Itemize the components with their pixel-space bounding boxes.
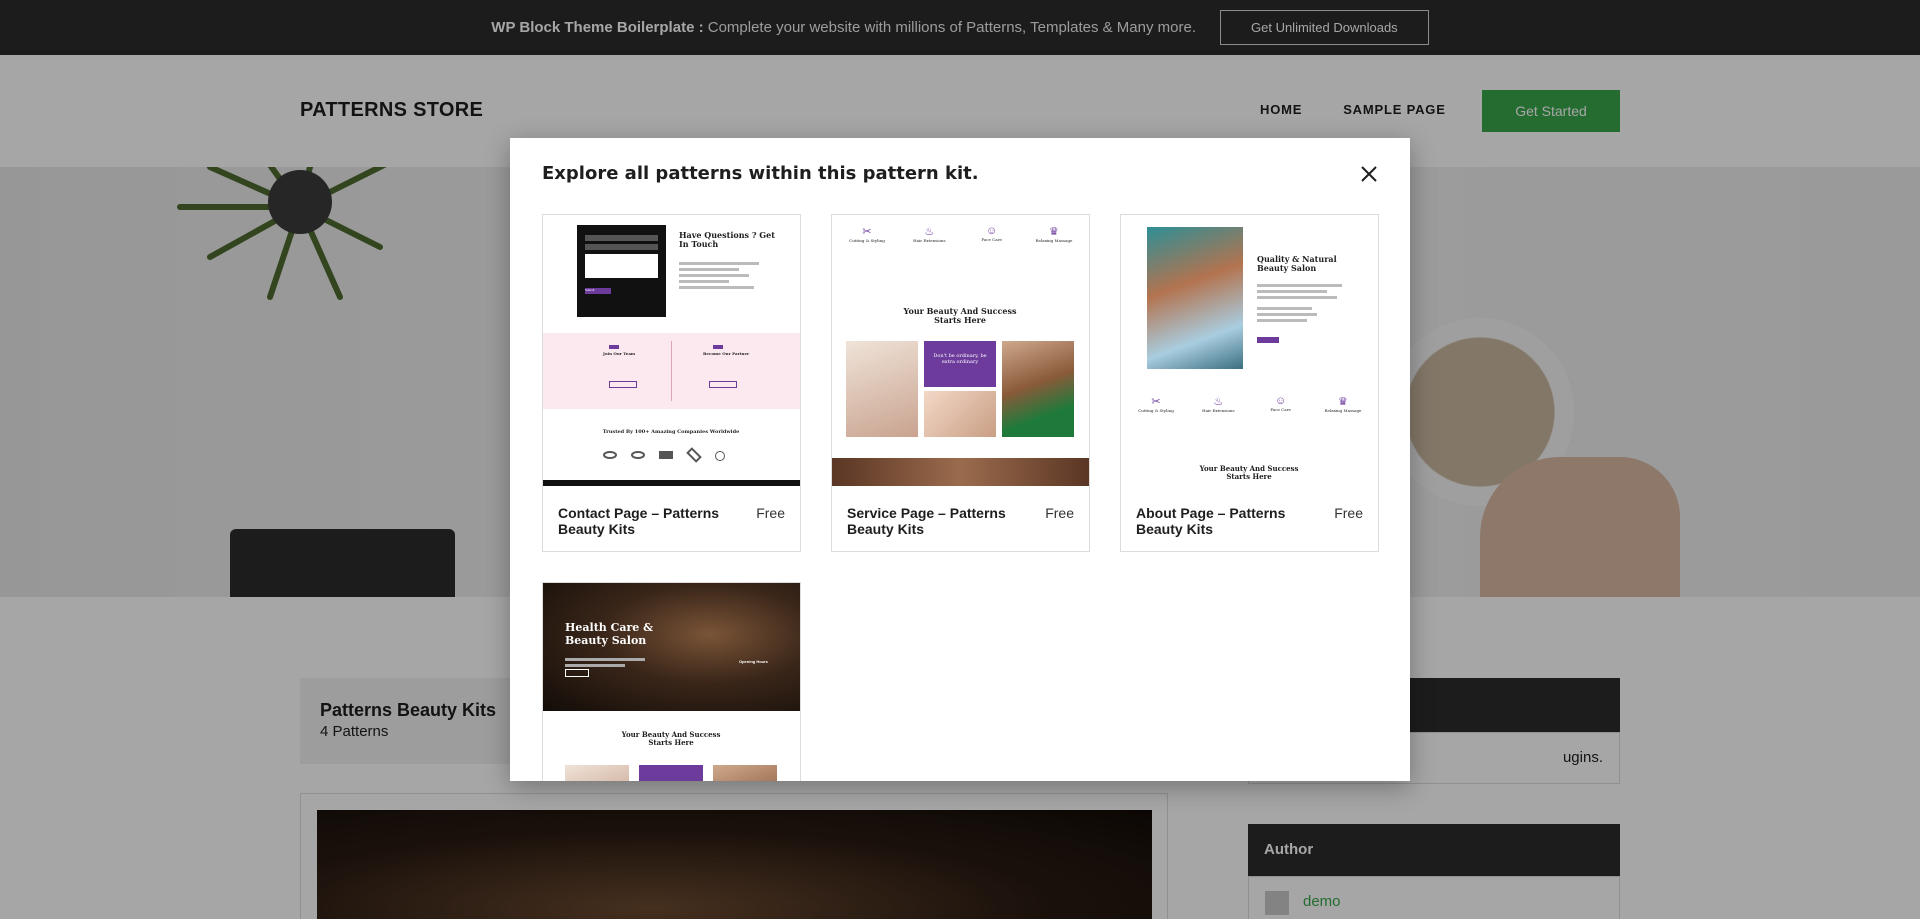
pattern-price: Free <box>756 505 785 521</box>
pattern-thumbnail: ✂ Cutting & Styling ♨ Hair Extensions ☺ Fac… <box>832 215 1089 486</box>
pattern-price: Free <box>1045 505 1074 521</box>
pattern-thumbnail: Health Care & Beauty Salon Opening Hours… <box>543 583 800 781</box>
thumb-opening: Opening Hours <box>739 659 768 664</box>
modal-title: Explore all patterns within this pattern… <box>542 163 979 184</box>
pattern-thumbnail: Quality & Natural Beauty Salon ✂ Cutting … <box>1121 215 1378 486</box>
pattern-name[interactable]: Contact Page – Patterns Beauty Kits <box>558 505 738 537</box>
pattern-card-contact[interactable]: Submit Have Questions ? Get In Touch Joi… <box>542 214 801 552</box>
thumb-service: Relaxing Massage <box>1324 408 1362 413</box>
close-icon[interactable] <box>1357 162 1381 186</box>
thumb-service: Cutting & Styling <box>1138 408 1174 413</box>
thumb-service: Relaxing Massage <box>1035 238 1073 243</box>
thumb-footer-heading: Your Beauty And Success Starts Here <box>621 730 721 747</box>
pattern-grid: Submit Have Questions ? Get In Touch Joi… <box>542 214 1379 781</box>
thumb-service: Cutting & Styling <box>849 238 885 243</box>
pattern-card-home[interactable]: Health Care & Beauty Salon Opening Hours… <box>542 582 801 781</box>
pattern-card-service[interactable]: ✂ Cutting & Styling ♨ Hair Extensions ☺ Fac… <box>831 214 1090 552</box>
pattern-name[interactable]: Service Page – Patterns Beauty Kits <box>847 505 1027 537</box>
pattern-card-footer: Service Page – Patterns Beauty Kits Free <box>847 505 1074 537</box>
thumb-col-right: Become Our Partner <box>703 351 750 356</box>
thumb-col-left: Join Our Team <box>603 351 636 356</box>
thumb-heading: Your Beauty And Success Starts Here <box>903 306 1017 325</box>
thumb-footer-heading: Your Beauty And Success Starts Here <box>1199 464 1299 481</box>
thumb-service: Face Care <box>1270 407 1291 412</box>
pattern-card-about[interactable]: Quality & Natural Beauty Salon ✂ Cutting … <box>1120 214 1379 552</box>
thumb-service: Hair Extensions <box>1202 408 1235 413</box>
thumb-trusted: Trusted By 100+ Amazing Companies Worldw… <box>602 429 740 435</box>
thumb-service: Face Care <box>981 237 1002 242</box>
pattern-kit-modal: Explore all patterns within this pattern… <box>510 138 1410 781</box>
thumb-heading: Health Care & Beauty Salon <box>565 621 654 647</box>
pattern-name[interactable]: About Page – Patterns Beauty Kits <box>1136 505 1316 537</box>
thumb-submit: Submit <box>585 288 611 294</box>
pattern-card-footer: About Page – Patterns Beauty Kits Free <box>1136 505 1363 537</box>
pattern-price: Free <box>1334 505 1363 521</box>
thumb-promo: Don't be ordinary, be extra ordinary <box>924 341 996 387</box>
pattern-card-footer: Contact Page – Patterns Beauty Kits Free <box>558 505 785 537</box>
thumb-service: Hair Extensions <box>913 238 946 243</box>
thumb-heading: Have Questions ? Get In Touch <box>679 230 775 249</box>
thumb-heading: Quality & Natural Beauty Salon <box>1257 254 1337 273</box>
pattern-thumbnail: Submit Have Questions ? Get In Touch Joi… <box>543 215 800 486</box>
